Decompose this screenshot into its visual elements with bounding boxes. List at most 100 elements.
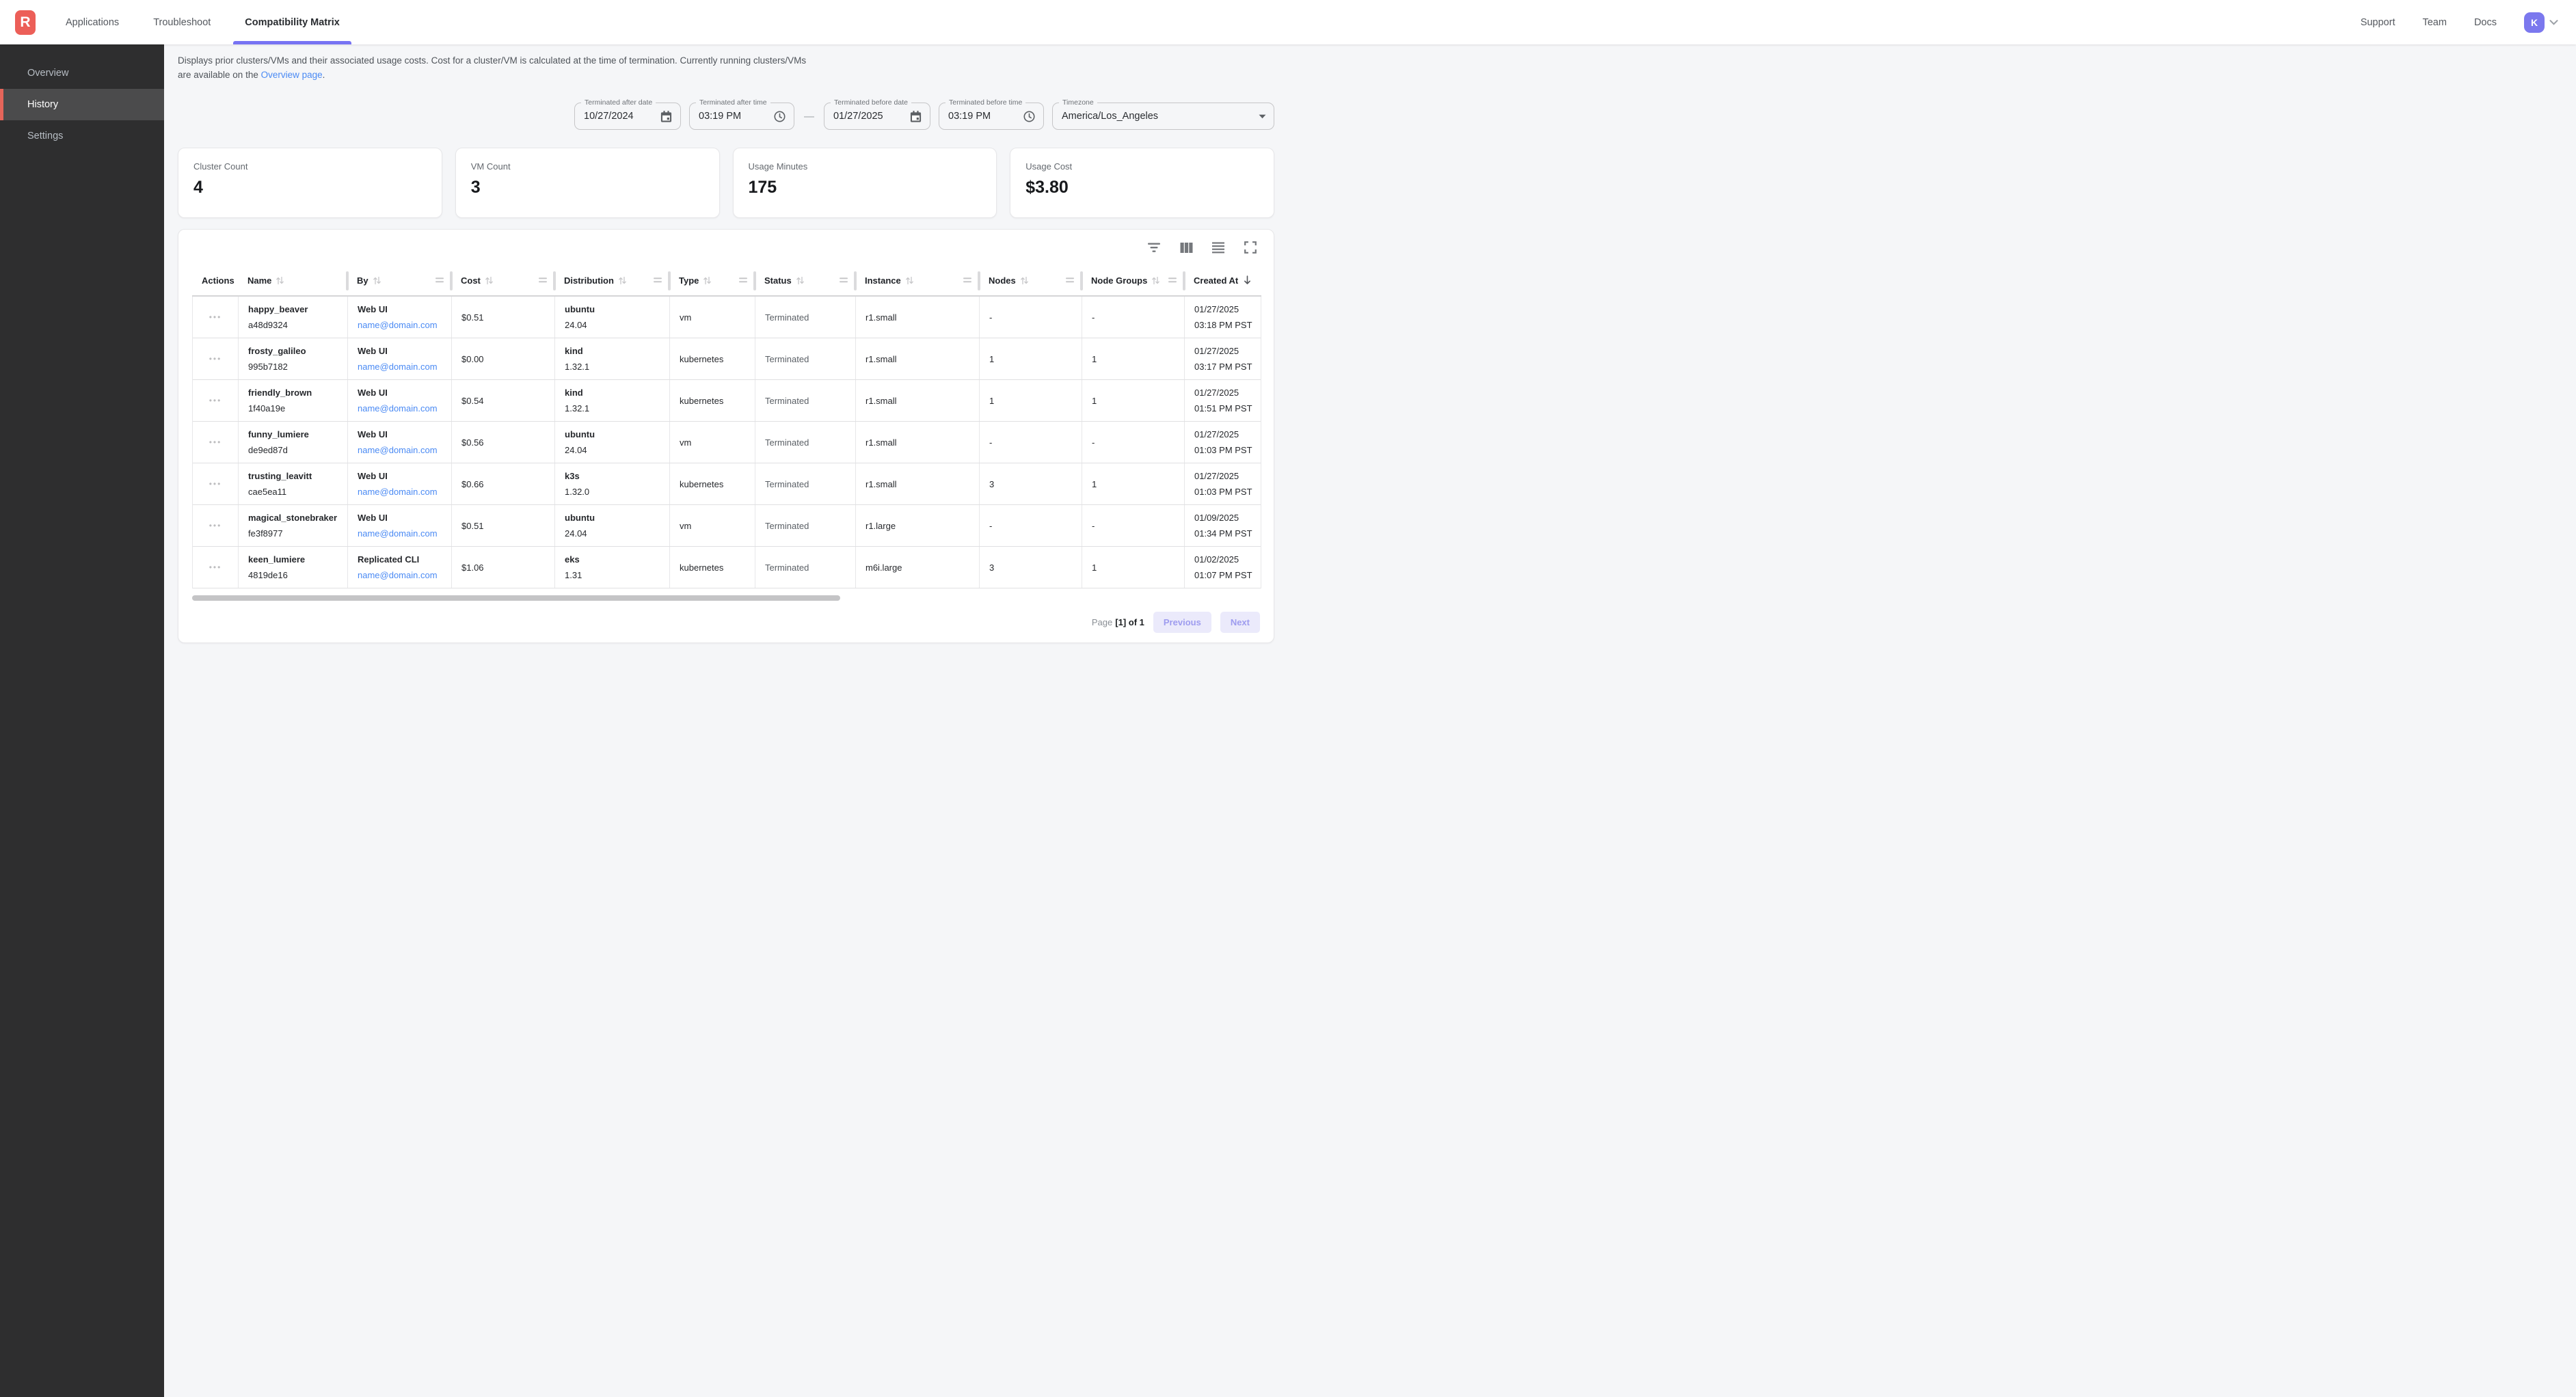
overview-page-link[interactable]: Overview page [261,70,323,80]
column-header-name[interactable]: Name [238,265,347,295]
terminated-after-time-field[interactable]: Terminated after time 03:19 PM [689,103,794,130]
sort-icon[interactable] [485,275,493,286]
nav-link-support[interactable]: Support [2361,17,2396,28]
nav-link-docs[interactable]: Docs [2474,17,2497,28]
stat-card-usage-cost: Usage Cost $3.80 [1010,148,1274,218]
column-resize-handle[interactable] [753,271,756,290]
drag-handle-icon[interactable] [1065,277,1075,284]
column-header-node_groups[interactable]: Node Groups [1082,265,1184,295]
cell-name: frosty_galileo995b7182 [239,338,348,379]
cell-instance: r1.large [856,505,980,546]
clock-icon[interactable] [1023,110,1036,123]
cell-created_at: 01/27/202501:03 PM PST [1185,463,1262,504]
next-page-button[interactable]: Next [1220,612,1260,633]
drag-handle-icon[interactable] [653,277,662,284]
terminated-after-time-value[interactable]: 03:19 PM [699,111,768,122]
avatar[interactable]: K [2524,12,2545,33]
filter-icon[interactable] [1147,241,1161,254]
column-resize-handle[interactable] [668,271,671,290]
sort-icon[interactable] [276,275,284,286]
drag-handle-icon[interactable] [538,277,548,284]
sort-icon[interactable] [1152,275,1159,286]
calendar-icon[interactable] [909,110,922,123]
column-header-status[interactable]: Status [755,265,855,295]
terminated-after-date-field[interactable]: Terminated after date 10/27/2024 [574,103,681,130]
cell-actions: ••• [193,547,239,588]
terminated-before-date-field[interactable]: Terminated before date 01/27/2025 [824,103,930,130]
tab-troubleshoot[interactable]: Troubleshoot [146,0,217,44]
column-resize-handle[interactable] [553,271,556,290]
fullscreen-icon[interactable] [1244,241,1257,254]
calendar-icon[interactable] [660,110,673,123]
row-actions-button[interactable]: ••• [209,396,222,405]
user-email-link[interactable]: name@domain.com [358,320,438,330]
sort-descending-icon[interactable] [1243,275,1252,286]
nav-link-team[interactable]: Team [2422,17,2446,28]
dropdown-arrow-icon[interactable] [1259,114,1266,119]
user-email-link[interactable]: name@domain.com [358,528,438,539]
sort-icon[interactable] [796,275,804,286]
sort-icon[interactable] [619,275,626,286]
column-header-created_at[interactable]: Created At [1184,265,1261,295]
column-label: Created At [1194,275,1238,286]
column-header-nodes[interactable]: Nodes [979,265,1082,295]
column-header-distribution[interactable]: Distribution [554,265,669,295]
row-actions-button[interactable]: ••• [209,562,222,572]
terminated-after-date-value[interactable]: 10/27/2024 [584,111,654,122]
row-actions-button[interactable]: ••• [209,354,222,364]
clock-icon[interactable] [773,110,786,123]
density-icon[interactable] [1211,241,1225,254]
user-email-link[interactable]: name@domain.com [358,570,438,580]
user-email-link[interactable]: name@domain.com [358,403,438,413]
column-header-cost[interactable]: Cost [451,265,554,295]
column-header-by[interactable]: By [347,265,451,295]
drag-handle-icon[interactable] [738,277,748,284]
horizontal-scrollbar-track [192,595,1261,601]
cell-type: kubernetes [670,547,755,588]
column-header-instance[interactable]: Instance [855,265,979,295]
column-resize-handle[interactable] [346,271,349,290]
terminated-before-time-value[interactable]: 03:19 PM [948,111,1017,122]
tab-applications[interactable]: Applications [59,0,126,44]
user-menu[interactable]: K [2524,12,2558,33]
row-actions-button[interactable]: ••• [209,521,222,530]
drag-handle-icon[interactable] [963,277,972,284]
row-actions-button[interactable]: ••• [209,479,222,489]
column-resize-handle[interactable] [1183,271,1185,290]
cell-distribution: ubuntu24.04 [555,422,670,463]
cell-instance: r1.small [856,338,980,379]
sort-icon[interactable] [1021,275,1028,286]
previous-page-button[interactable]: Previous [1153,612,1211,633]
row-actions-button[interactable]: ••• [209,437,222,447]
cell-status: Terminated [755,505,856,546]
column-header-type[interactable]: Type [669,265,755,295]
sort-icon[interactable] [373,275,381,286]
terminated-before-time-field[interactable]: Terminated before time 03:19 PM [939,103,1044,130]
drag-handle-icon[interactable] [435,277,444,284]
timezone-select[interactable]: Timezone America/Los_Angeles [1052,103,1274,130]
user-email-link[interactable]: name@domain.com [358,487,438,497]
column-label: Node Groups [1091,275,1147,286]
tab-compatibility-matrix[interactable]: Compatibility Matrix [238,0,347,44]
column-resize-handle[interactable] [978,271,980,290]
drag-handle-icon[interactable] [839,277,848,284]
user-email-link[interactable]: name@domain.com [358,362,438,372]
sidebar-item-overview[interactable]: Overview [0,57,164,89]
sidebar-item-history[interactable]: History [0,89,164,120]
drag-handle-icon[interactable] [1168,277,1177,284]
column-resize-handle[interactable] [450,271,453,290]
sidebar-item-settings[interactable]: Settings [0,120,164,152]
column-resize-handle[interactable] [854,271,857,290]
column-resize-handle[interactable] [1080,271,1083,290]
timezone-value[interactable]: America/Los_Angeles [1062,111,1253,122]
horizontal-scrollbar-thumb[interactable] [192,595,840,601]
row-actions-button[interactable]: ••• [209,312,222,322]
cell-status: Terminated [755,297,856,338]
replicated-logo[interactable]: R [15,10,36,35]
terminated-before-date-value[interactable]: 01/27/2025 [833,111,904,122]
page-description: Displays prior clusters/VMs and their as… [178,53,817,82]
sort-icon[interactable] [703,275,711,286]
columns-icon[interactable] [1179,241,1193,254]
user-email-link[interactable]: name@domain.com [358,445,438,455]
sort-icon[interactable] [906,275,913,286]
